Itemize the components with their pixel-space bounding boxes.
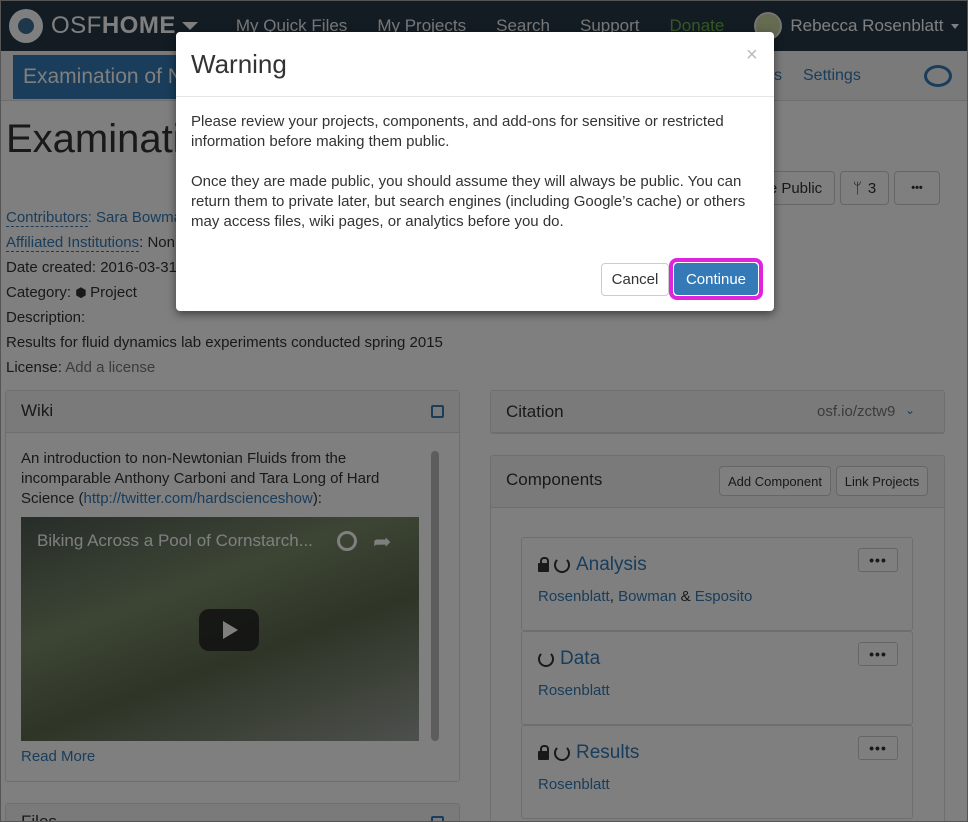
dialog-paragraph-1: Please review your projects, components,… xyxy=(191,113,724,150)
dialog-header: Warning × xyxy=(176,32,774,97)
close-icon[interactable]: × xyxy=(746,44,758,67)
browser-viewport: OSFHOME My Quick Files My Projects Searc… xyxy=(0,0,968,822)
dialog-paragraph-2: Once they are made public, you should as… xyxy=(191,173,746,230)
dialog-body: Please review your projects, components,… xyxy=(191,112,751,252)
continue-highlight: Continue xyxy=(669,258,763,300)
cancel-button[interactable]: Cancel xyxy=(601,263,669,296)
warning-dialog: Warning × Please review your projects, c… xyxy=(176,32,774,311)
dialog-title: Warning xyxy=(191,49,287,79)
continue-button[interactable]: Continue xyxy=(674,263,758,295)
